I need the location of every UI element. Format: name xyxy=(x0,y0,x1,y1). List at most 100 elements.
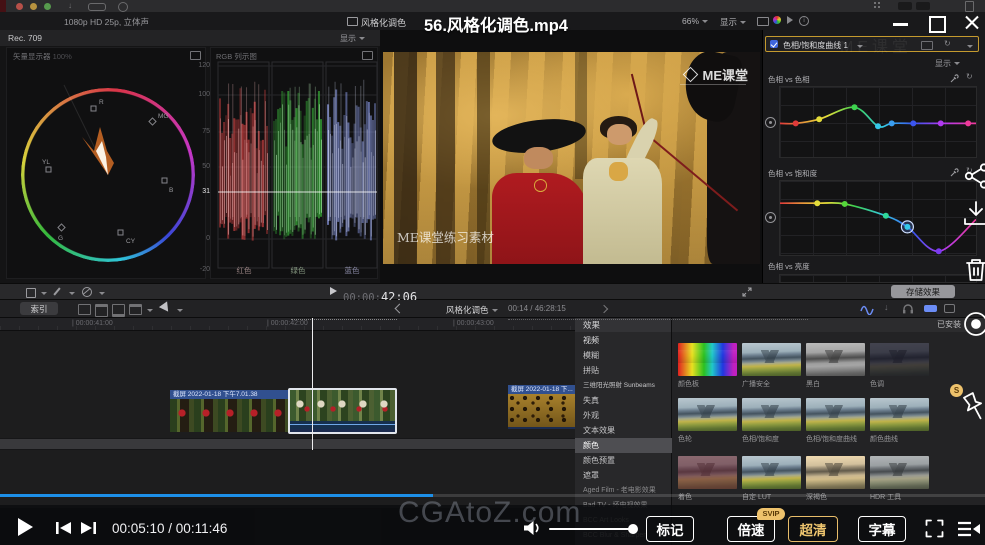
volume-slider[interactable] xyxy=(549,528,633,530)
curve1-range-icon[interactable] xyxy=(765,117,776,128)
curve-reset-icon[interactable]: ↻ xyxy=(966,72,973,81)
hue-vs-hue-curve[interactable] xyxy=(780,87,976,157)
timeline-clip[interactable]: 截屏 2022-01-18 下... xyxy=(508,385,579,429)
category-sunbeams[interactable]: 三维阳光照射 Sunbeams xyxy=(575,378,672,393)
eyedropper-icon[interactable] xyxy=(950,74,959,83)
category-color-presets[interactable]: 颜色预置 xyxy=(575,453,672,468)
check-circle-icon[interactable] xyxy=(118,2,128,12)
window-minimize-button[interactable] xyxy=(893,23,908,26)
os-titlebar xyxy=(0,0,985,12)
clip-appearance-icon[interactable] xyxy=(129,304,142,315)
clip-appearance-icon[interactable] xyxy=(112,304,125,317)
volume-icon[interactable] xyxy=(522,519,542,537)
clip-compare-icon[interactable] xyxy=(757,17,769,26)
scopes-display-menu[interactable]: 显示 xyxy=(340,33,365,44)
timeline-clip[interactable]: 截屏 2022-01-18 下午7.01.38 xyxy=(170,390,290,432)
effect-item[interactable]: 色轮 xyxy=(678,398,737,444)
playhead[interactable] xyxy=(312,318,313,450)
audio-meter-icon[interactable] xyxy=(787,16,797,24)
skimming-icon[interactable] xyxy=(860,303,874,315)
menu-button-icon[interactable] xyxy=(898,2,912,10)
pill-icon[interactable] xyxy=(88,3,106,11)
chevron-down-icon[interactable] xyxy=(177,309,183,315)
grid-dots-icon[interactable] xyxy=(874,2,883,10)
reset-icon[interactable]: ↻ xyxy=(944,39,951,48)
playlist-button[interactable] xyxy=(957,521,981,537)
next-button[interactable] xyxy=(80,521,97,535)
chevron-down-icon[interactable] xyxy=(967,45,973,51)
hue-vs-sat-curve[interactable] xyxy=(780,181,976,255)
pin-icon[interactable] xyxy=(958,390,985,426)
category-text-effects[interactable]: 文本效果 xyxy=(575,423,672,438)
save-effect-button[interactable]: 存储效果 xyxy=(891,285,955,298)
chevron-down-icon[interactable] xyxy=(41,292,47,298)
inspector-display-menu[interactable]: 显示 xyxy=(935,58,960,69)
download-icon[interactable] xyxy=(963,201,985,227)
download-arrow-icon[interactable]: ↓ xyxy=(68,1,72,10)
effects-panel-title: 效果 xyxy=(575,318,671,332)
timeline-tab[interactable]: 风格化调色 xyxy=(446,304,498,316)
previous-button[interactable] xyxy=(55,521,72,535)
timeline-clip-selected[interactable] xyxy=(288,388,397,434)
index-button[interactable]: 索引 xyxy=(20,302,58,315)
woman-red-face xyxy=(524,147,552,168)
fullscreen-button[interactable] xyxy=(925,519,944,538)
crop-tool-icon[interactable] xyxy=(26,288,36,298)
curve2-graph[interactable] xyxy=(779,180,977,256)
category-looks[interactable]: 外观 xyxy=(575,408,672,423)
traffic-light-close[interactable] xyxy=(16,3,23,10)
category-distortion[interactable]: 失真 xyxy=(575,393,672,408)
project-name[interactable]: 风格化调色 xyxy=(361,16,406,29)
traffic-light-minimize[interactable] xyxy=(30,3,37,10)
window-maximize-button[interactable] xyxy=(929,16,946,33)
window-close-button[interactable] xyxy=(963,14,980,31)
play-button[interactable] xyxy=(18,518,33,536)
curve3-graph[interactable] xyxy=(779,274,977,283)
category-blur[interactable]: 模糊 xyxy=(575,348,672,363)
effect-item[interactable]: 色调 xyxy=(870,343,929,389)
clip-appearance-icon[interactable] xyxy=(78,304,91,315)
chevron-down-icon[interactable] xyxy=(69,292,75,298)
record-target-icon[interactable] xyxy=(963,310,985,338)
eyedropper-icon[interactable] xyxy=(950,168,959,177)
category-masks[interactable]: 遮罩 xyxy=(575,468,672,483)
color-wheel-icon[interactable] xyxy=(773,16,781,24)
ruler-tick: | 00:00:42:00 xyxy=(267,320,308,327)
player-time: 00:05:10 / 00:11:46 xyxy=(112,521,227,536)
effect-checkbox[interactable] xyxy=(770,40,778,48)
clip-appearance-icon[interactable] xyxy=(95,304,108,317)
mark-button[interactable]: 标记 xyxy=(646,516,694,542)
snapping-icon[interactable] xyxy=(924,305,937,312)
zoom-level-dropdown[interactable]: 66% xyxy=(682,16,708,26)
chevron-down-icon[interactable] xyxy=(99,292,105,298)
audio-skim-icon[interactable]: ↓ xyxy=(884,302,889,312)
hd-button[interactable]: 超清 xyxy=(788,516,838,542)
effect-item[interactable]: 颜色曲线 xyxy=(870,398,929,444)
chevron-down-icon[interactable] xyxy=(147,309,153,315)
effect-item[interactable]: 广播安全 xyxy=(742,343,801,389)
effect-item[interactable]: 黑白 xyxy=(806,343,865,389)
clipboard-icon[interactable] xyxy=(965,1,974,12)
category-color-selected[interactable]: 颜色 xyxy=(575,438,672,453)
trash-icon[interactable] xyxy=(963,256,985,284)
timeline-scrollbar[interactable] xyxy=(0,438,575,450)
curve2-range-icon[interactable] xyxy=(765,212,776,223)
category-tiling[interactable]: 拼贴 xyxy=(575,363,672,378)
screen-icon[interactable] xyxy=(921,41,933,50)
effect-item[interactable]: 色相/饱和度曲线 xyxy=(806,398,865,444)
comment-icon[interactable] xyxy=(944,304,955,313)
solo-headphones-icon[interactable] xyxy=(902,303,914,314)
share-icon[interactable] xyxy=(963,163,985,189)
retime-tool-icon[interactable] xyxy=(82,287,92,297)
menu-button2-icon[interactable] xyxy=(916,2,930,10)
effect-item[interactable]: 颜色板 xyxy=(678,343,737,389)
effect-item[interactable]: 色相/饱和度 xyxy=(742,398,801,444)
display-menu-top[interactable]: 显示 xyxy=(720,16,746,28)
volume-knob[interactable] xyxy=(628,524,638,534)
curve1-graph[interactable] xyxy=(779,86,977,158)
subtitles-button[interactable]: 字幕 xyxy=(858,516,906,542)
expand-icon[interactable] xyxy=(742,287,752,297)
category-video[interactable]: 视频 xyxy=(575,333,672,348)
info-icon[interactable]: i xyxy=(799,16,809,26)
traffic-light-zoom[interactable] xyxy=(44,3,51,10)
